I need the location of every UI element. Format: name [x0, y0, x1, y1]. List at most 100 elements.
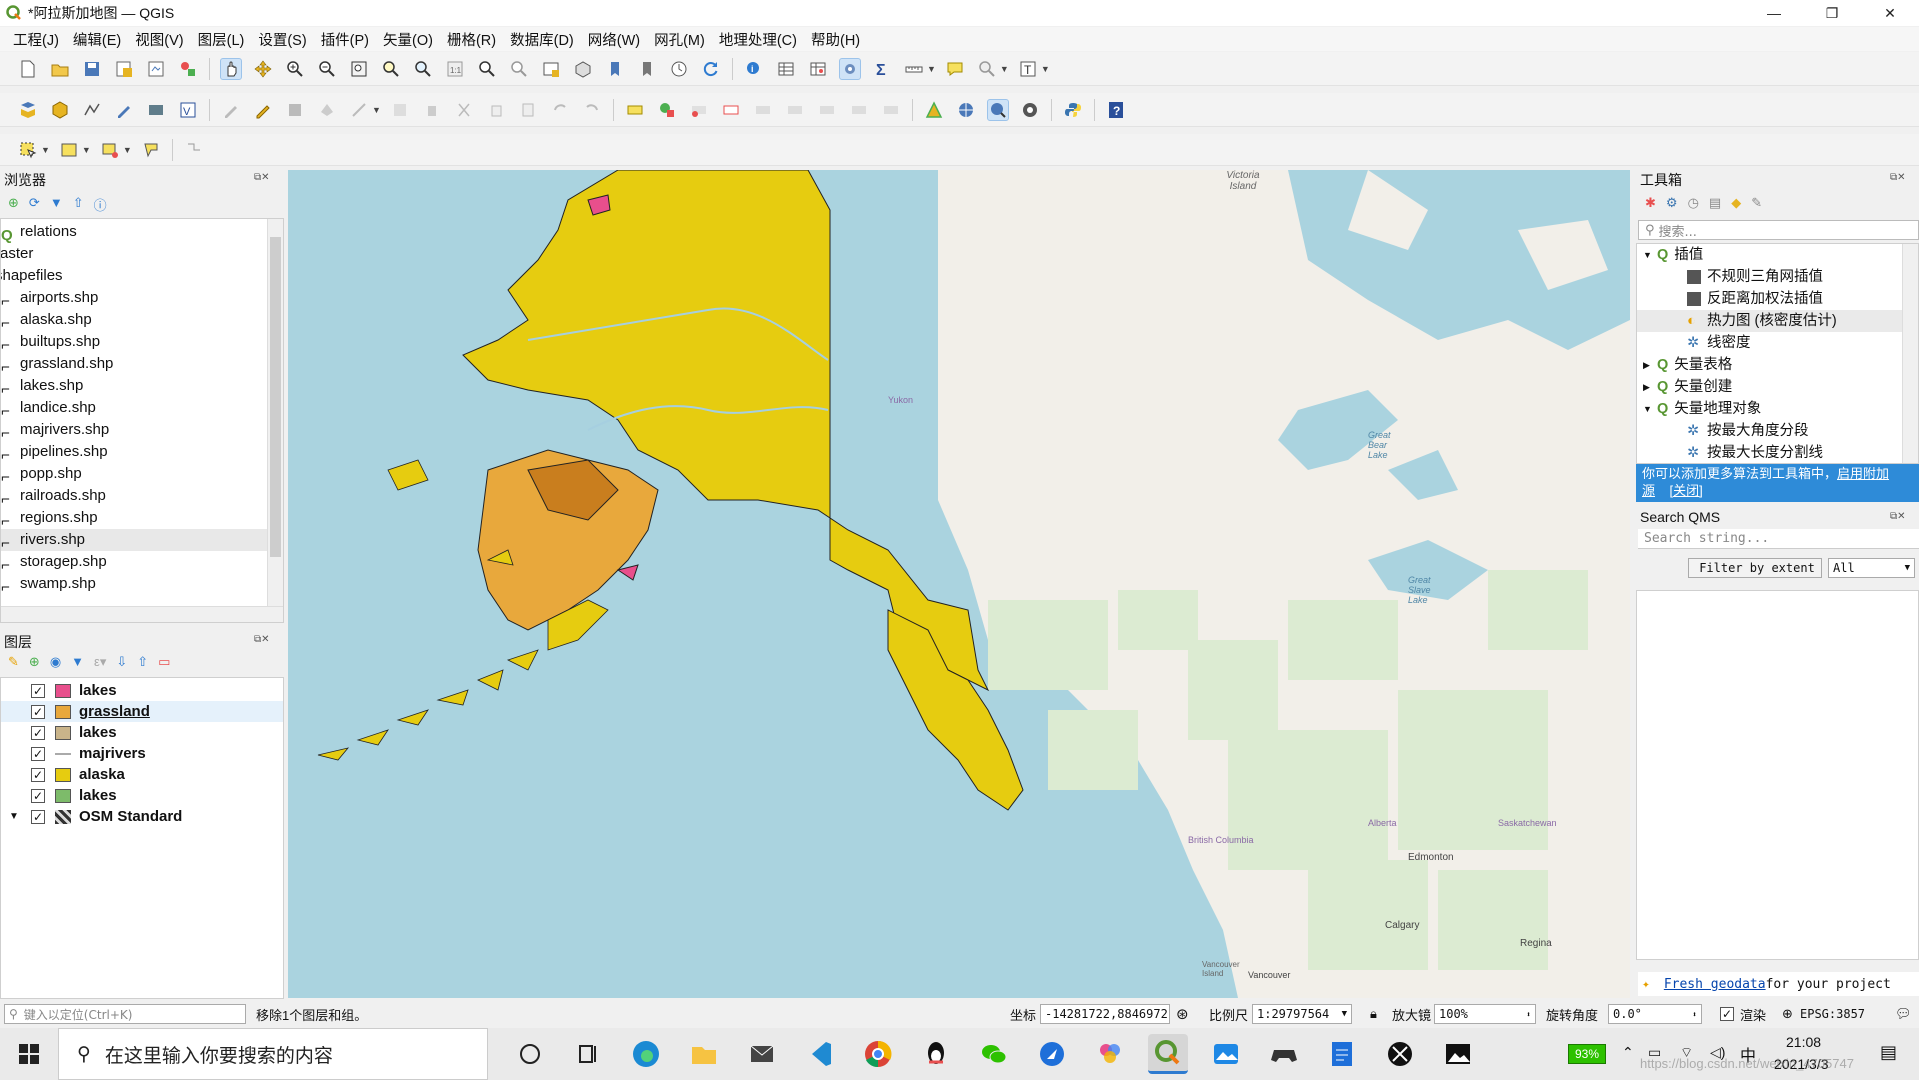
toolbox-group[interactable]: ▼ Q 插值 — [1637, 244, 1918, 266]
print-layout-icon[interactable] — [145, 58, 167, 80]
save-project-icon[interactable] — [81, 58, 103, 80]
layer-visibility-checkbox[interactable]: ✓ — [31, 788, 45, 803]
temporal-controller-icon[interactable] — [668, 58, 690, 80]
layer-item[interactable]: ✓ alaska — [1, 764, 283, 785]
change-label-icon[interactable] — [816, 99, 838, 121]
toolbox-group[interactable]: ▶ Q 矢量创建 — [1637, 376, 1918, 398]
start-button[interactable] — [0, 1044, 58, 1064]
browser-item[interactable]: ⌐ airports.shp — [1, 287, 267, 310]
layer-item[interactable]: ✓ lakes — [1, 722, 283, 743]
osm-downloader-icon[interactable] — [1019, 99, 1041, 121]
layer-item[interactable]: ✓ lakes — [1, 785, 283, 806]
wechat-icon[interactable] — [974, 1034, 1014, 1074]
delete-selected-icon[interactable] — [421, 99, 443, 121]
help-icon[interactable]: ? — [1105, 99, 1127, 121]
menu-processing[interactable]: 地理处理(C) — [712, 29, 804, 50]
map-tips-icon[interactable] — [944, 58, 966, 80]
close-info-link[interactable]: [关闭] — [1669, 483, 1702, 498]
coordinate-field[interactable]: -14281722,8846972 — [1040, 1004, 1170, 1024]
browser-panel-float-close[interactable]: ⧉✕ — [254, 172, 270, 183]
zoom-in-icon[interactable] — [284, 58, 306, 80]
results-icon[interactable]: ▤ — [1709, 195, 1721, 211]
collapse-all-icon[interactable]: ⇧ — [73, 195, 84, 213]
photos-app-icon[interactable] — [1206, 1034, 1246, 1074]
game-controller-icon[interactable] — [1264, 1034, 1304, 1074]
scripts-icon[interactable]: ⚙ — [1666, 195, 1678, 211]
diagram-icon[interactable] — [656, 99, 678, 121]
filter-legend-icon[interactable]: ▼ — [71, 654, 84, 672]
feishu-icon[interactable] — [1032, 1034, 1072, 1074]
browser-item[interactable]: ⌐ popp.shp — [1, 463, 267, 486]
style-manager-icon[interactable] — [177, 58, 199, 80]
select-features-icon[interactable] — [17, 139, 39, 161]
attribute-table-icon[interactable] — [775, 58, 797, 80]
layer-visibility-checkbox[interactable]: ✓ — [31, 683, 45, 698]
history-icon[interactable]: ◷ — [1688, 195, 1699, 211]
add-vector-icon[interactable] — [81, 99, 103, 121]
browser-item[interactable]: raster — [1, 243, 267, 265]
browser-item[interactable]: ⌐ majrivers.shp — [1, 419, 267, 442]
models-icon[interactable]: ✱ — [1645, 195, 1656, 211]
refresh-icon[interactable] — [700, 58, 722, 80]
notification-icon[interactable]: ▤ — [1880, 1042, 1897, 1063]
zoom-out-icon[interactable] — [316, 58, 338, 80]
current-edits-icon[interactable] — [220, 99, 242, 121]
refresh-browser-icon[interactable]: ⟳ — [29, 195, 40, 213]
toolbox-algorithm[interactable]: ✲ 按最大角度分段 — [1637, 420, 1918, 442]
rotation-field[interactable]: 0.0° ⬍ — [1608, 1004, 1702, 1024]
new-3d-view-icon[interactable] — [572, 58, 594, 80]
menu-mesh[interactable]: 网孔(M) — [647, 29, 712, 50]
show-hide-labels-icon[interactable] — [848, 99, 870, 121]
vertex-tool-icon[interactable] — [348, 99, 370, 121]
toolbox-algorithm[interactable]: ✲ 线密度 — [1637, 332, 1918, 354]
task-switch-icon[interactable] — [568, 1034, 608, 1074]
paste-icon[interactable] — [517, 99, 539, 121]
qms-filter-select[interactable]: All ▼ — [1828, 558, 1915, 578]
browser-item[interactable]: ⌐ regions.shp — [1, 507, 267, 530]
magnifier-field[interactable]: 100% ⬍ — [1434, 1004, 1536, 1024]
color-app-icon[interactable] — [1090, 1034, 1130, 1074]
pan-to-selection-icon[interactable] — [252, 58, 274, 80]
text-annotation-icon[interactable]: T — [1017, 58, 1039, 80]
qms-search-input[interactable]: Search string... — [1638, 529, 1919, 549]
properties-icon[interactable]: ⓘ — [94, 195, 107, 213]
layer-visibility-checkbox[interactable]: ✓ — [31, 704, 45, 719]
zoom-selection-icon[interactable] — [380, 58, 402, 80]
qms-results-list[interactable] — [1636, 590, 1919, 960]
maximize-button[interactable]: ❐ — [1803, 0, 1861, 26]
new-geopackage-icon[interactable] — [49, 99, 71, 121]
scale-field[interactable]: 1:29797564 ▼ — [1252, 1004, 1352, 1024]
menu-edit[interactable]: 编辑(E) — [66, 29, 128, 50]
browser-item[interactable]: Qrelations — [1, 221, 267, 244]
measure-icon[interactable] — [903, 58, 925, 80]
layer-item[interactable]: ✓ grassland — [1, 701, 283, 722]
toggle-extents-icon[interactable]: ⊛ — [1176, 1005, 1189, 1023]
menu-plugins[interactable]: 插件(P) — [314, 29, 376, 50]
save-edits-icon[interactable] — [284, 99, 306, 121]
menu-vector[interactable]: 矢量(O) — [376, 29, 440, 50]
rotate-label-icon[interactable] — [784, 99, 806, 121]
layer-item[interactable]: ▼ ✓ OSM Standard — [1, 806, 283, 827]
browser-item[interactable]: ⌐ railroads.shp — [1, 485, 267, 508]
browser-item[interactable]: ⌐ rivers.shp — [1, 529, 267, 552]
digitize-icon[interactable] — [113, 99, 135, 121]
menu-database[interactable]: 数据库(D) — [503, 29, 581, 50]
layer-visibility-checkbox[interactable]: ✓ — [31, 725, 45, 740]
field-calculator-icon[interactable] — [807, 58, 829, 80]
menu-raster[interactable]: 栅格(R) — [440, 29, 503, 50]
modify-attributes-icon[interactable] — [389, 99, 411, 121]
toolbox-group[interactable]: ▶ Q 矢量表格 — [1637, 354, 1918, 376]
zoom-native-icon[interactable]: 1:1 — [444, 58, 466, 80]
qms-panel-float-close[interactable]: ⧉✕ — [1890, 511, 1906, 522]
browser-item[interactable]: ⌐ swamp.shp — [1, 573, 267, 595]
open-project-icon[interactable] — [49, 58, 71, 80]
menu-project[interactable]: 工程(J) — [6, 29, 66, 50]
file-explorer-icon[interactable] — [684, 1034, 724, 1074]
locator-icon[interactable] — [976, 58, 998, 80]
taskbar-search-input[interactable]: ⚲ 在这里输入你要搜索的内容 — [58, 1028, 488, 1080]
processing-toolbox-icon[interactable] — [839, 57, 861, 80]
manage-map-themes-icon[interactable]: ◉ — [50, 654, 61, 672]
filter-by-extent-button[interactable]: Filter by extent — [1688, 558, 1822, 578]
image-viewer-icon[interactable] — [1438, 1034, 1478, 1074]
xbox-icon[interactable] — [1380, 1034, 1420, 1074]
